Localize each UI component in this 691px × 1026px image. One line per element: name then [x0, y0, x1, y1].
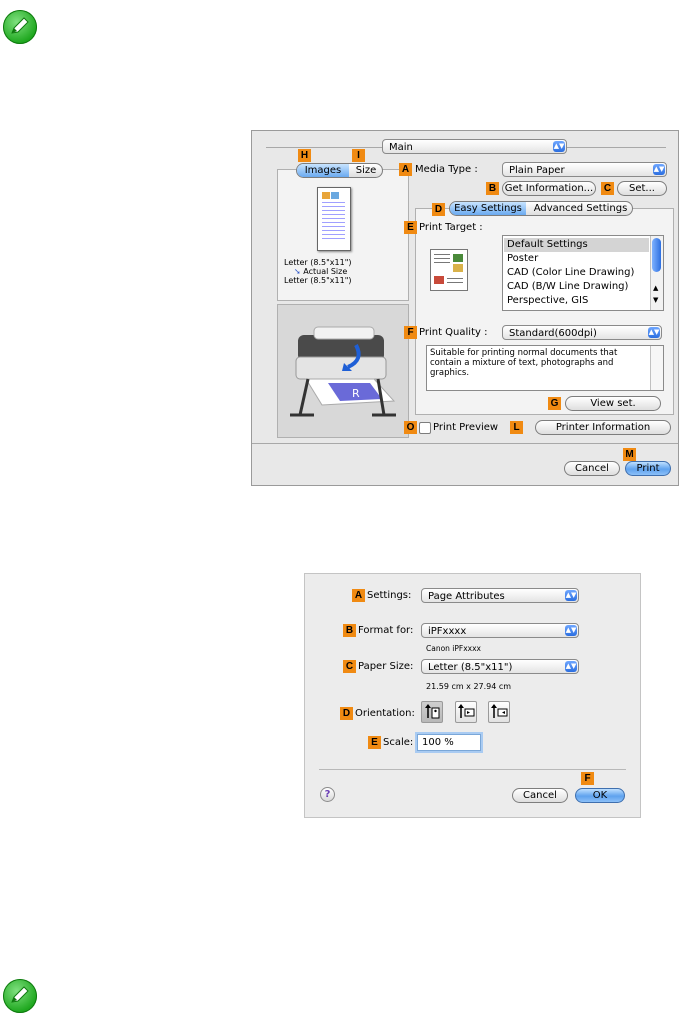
page-setup-dialog: A Settings: Page Attributes ▲▼ B Format f…: [304, 573, 641, 818]
popup-arrows-icon: ▲▼: [565, 661, 577, 672]
note-pencil-icon: [3, 979, 37, 1013]
printer-illustration-panel: R: [277, 304, 409, 438]
marker-d: D: [432, 203, 445, 216]
list-item[interactable]: Default Settings: [504, 238, 649, 252]
set-button[interactable]: Set...: [617, 181, 667, 196]
marker-l: L: [510, 421, 523, 434]
print-target-list[interactable]: Default Settings Poster CAD (Color Line …: [502, 235, 664, 311]
scale-input[interactable]: 100 %: [417, 734, 481, 751]
paper-dimensions: 21.59 cm x 27.94 cm: [426, 682, 512, 691]
print-preview-label: Print Preview: [433, 422, 499, 433]
list-scrollbar[interactable]: ▲ ▼: [650, 236, 663, 310]
format-for-label: Format for:: [358, 625, 414, 636]
tab-size[interactable]: Size: [349, 164, 383, 177]
marker-c: C: [601, 182, 614, 195]
print-quality-popup[interactable]: Standard(600dpi) ▲▼: [502, 325, 662, 340]
print-preview-checkbox[interactable]: [419, 422, 431, 434]
popup-arrows-icon: ▲▼: [553, 141, 565, 152]
paper-size-label: Paper Size:: [358, 661, 414, 672]
list-item[interactable]: CAD (B/W Line Drawing): [507, 280, 628, 294]
popup-arrows-icon: ▲▼: [648, 327, 660, 338]
cancel-button[interactable]: Cancel: [564, 461, 620, 476]
list-item[interactable]: CAD (Color Line Drawing): [507, 266, 634, 280]
description-scrollbar[interactable]: [650, 346, 663, 390]
marker-c: C: [343, 660, 356, 673]
orientation-landscape-button[interactable]: [455, 701, 477, 723]
settings-label: Settings:: [367, 590, 412, 601]
scale-label: Scale:: [383, 737, 414, 748]
marker-f: F: [404, 326, 417, 339]
panel-selector-popup[interactable]: Main ▲▼: [382, 139, 567, 154]
cancel-button[interactable]: Cancel: [512, 788, 568, 803]
list-item[interactable]: Perspective, GIS: [507, 294, 588, 308]
quality-description-box: Suitable for printing normal documents t…: [426, 345, 664, 391]
printer-information-button[interactable]: Printer Information: [535, 420, 671, 435]
reverse-landscape-icon: [491, 704, 508, 718]
format-for-popup[interactable]: iPFxxxx ▲▼: [421, 623, 579, 638]
svg-text:R: R: [352, 387, 360, 400]
down-arrow-icon: ➘: [294, 267, 301, 276]
marker-b: B: [343, 624, 356, 637]
orientation-reverse-landscape-button[interactable]: [488, 701, 510, 723]
note-pencil-icon: [3, 10, 37, 44]
popup-arrows-icon: ▲▼: [565, 625, 577, 636]
paper-summary: Letter (8.5"x11") ➘ Actual Size Letter (…: [284, 258, 352, 285]
print-dialog: Main ▲▼ H I Images Size Letter (8.5"x11")…: [251, 130, 679, 486]
help-button[interactable]: ?: [320, 787, 335, 802]
view-set-button[interactable]: View set.: [565, 396, 661, 411]
print-button[interactable]: Print: [625, 461, 671, 476]
marker-a: A: [352, 589, 365, 602]
marker-b: B: [486, 182, 499, 195]
marker-a: A: [399, 163, 412, 176]
marker-i: I: [352, 149, 365, 162]
page-thumbnail: [317, 187, 351, 251]
marker-d: D: [340, 707, 353, 720]
scroll-up-arrow-icon[interactable]: ▲: [653, 284, 658, 292]
marker-g: G: [548, 397, 561, 410]
list-item[interactable]: Poster: [507, 252, 538, 266]
print-quality-label: Print Quality :: [419, 327, 488, 338]
portrait-icon: [425, 704, 440, 719]
settings-popup[interactable]: Page Attributes ▲▼: [421, 588, 579, 603]
orientation-portrait-button[interactable]: [421, 701, 443, 723]
marker-e: E: [404, 221, 417, 234]
marker-e: E: [368, 736, 381, 749]
scroll-down-arrow-icon[interactable]: ▼: [653, 296, 658, 304]
print-target-thumbnail: [430, 249, 468, 291]
format-for-subtext: Canon iPFxxxx: [426, 644, 481, 653]
popup-arrows-icon: ▲▼: [653, 164, 665, 175]
tab-images[interactable]: Images: [297, 164, 349, 177]
print-target-label: Print Target :: [419, 222, 483, 233]
orientation-label: Orientation:: [355, 708, 415, 719]
paper-size-popup[interactable]: Letter (8.5"x11") ▲▼: [421, 659, 579, 674]
media-type-popup[interactable]: Plain Paper ▲▼: [502, 162, 667, 177]
marker-m: M: [623, 448, 636, 461]
tab-advanced-settings[interactable]: Advanced Settings: [528, 202, 633, 215]
marker-h: H: [298, 149, 311, 162]
popup-arrows-icon: ▲▼: [565, 590, 577, 601]
get-information-button[interactable]: Get Information...: [502, 181, 596, 196]
preview-segmented-control[interactable]: Images Size: [296, 163, 383, 178]
landscape-icon: [458, 704, 475, 718]
scroll-thumb[interactable]: [652, 238, 661, 272]
marker-o: O: [404, 421, 417, 434]
quality-description: Suitable for printing normal documents t…: [430, 348, 618, 378]
ok-button[interactable]: OK: [575, 788, 625, 803]
large-format-printer-icon: R: [290, 326, 396, 417]
marker-f: F: [581, 772, 594, 785]
tab-easy-settings[interactable]: Easy Settings: [450, 202, 526, 215]
media-type-label: Media Type :: [415, 164, 478, 175]
settings-segmented-control[interactable]: Easy Settings Advanced Settings: [449, 201, 633, 216]
